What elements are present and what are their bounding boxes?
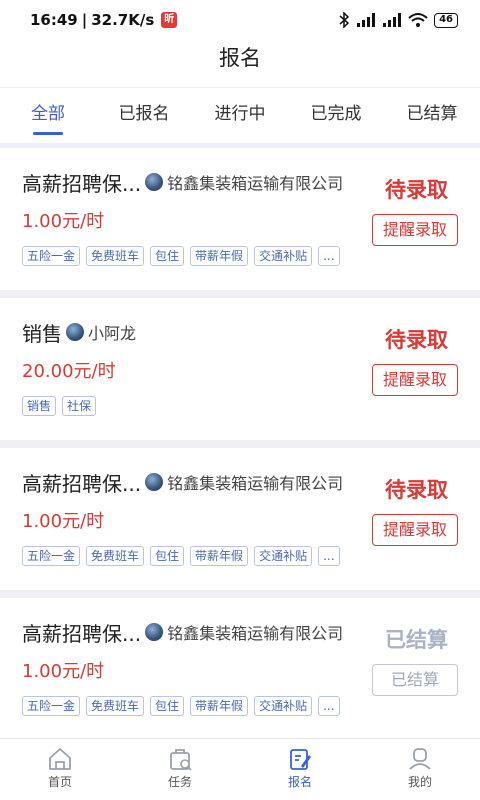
remind-admission-button[interactable]: 提醒录取 (372, 364, 458, 396)
remind-admission-button[interactable]: 提醒录取 (372, 514, 458, 546)
tag: 免费班车 (86, 246, 145, 266)
page-title: 报名 (0, 40, 480, 88)
company-avatar-icon (145, 473, 164, 491)
tag: 交通补贴 (254, 696, 313, 716)
home-icon (49, 748, 71, 770)
tag: 带薪年假 (190, 696, 249, 716)
company-avatar-icon (66, 323, 84, 341)
company-name: 铭鑫集装箱运输有限公司 (167, 474, 344, 493)
tag: 免费班车 (86, 546, 145, 566)
status-bar: 16:49 | 32.7K/s 昕 46 (0, 0, 480, 40)
remind-admission-button[interactable]: 提醒录取 (372, 214, 458, 246)
separator: | (81, 11, 88, 29)
wifi-icon (408, 13, 428, 27)
status-label: 待录取 (385, 328, 448, 352)
tag: 带薪年假 (190, 246, 249, 266)
status-label: 待录取 (385, 478, 448, 502)
job-card[interactable]: 高薪招聘保... 铭鑫集装箱运输有限公司 1.00元/时 五险一金 免费班车 包… (0, 598, 480, 740)
nav-home[interactable]: 首页 (0, 739, 120, 800)
nav-label: 报名 (287, 775, 312, 789)
tab-bar: 全部 已报名 进行中 已完成 已结算 (0, 88, 480, 143)
company-name: 铭鑫集装箱运输有限公司 (167, 174, 344, 193)
tag: 五险一金 (22, 246, 81, 266)
job-title: 高薪招聘保... (22, 621, 142, 646)
job-card[interactable]: 高薪招聘保... 铭鑫集装箱运输有限公司 1.00元/时 五险一金 免费班车 包… (0, 448, 480, 590)
tag: 交通补贴 (254, 546, 313, 566)
signal-icon-2 (383, 13, 402, 27)
status-label: 已结算 (385, 628, 448, 652)
job-title: 高薪招聘保... (22, 171, 142, 196)
signup-icon (290, 749, 311, 770)
battery-indicator: 46 (434, 12, 458, 28)
tag-list: 五险一金 免费班车 包住 带薪年假 交通补贴 ... (22, 696, 480, 716)
tag-more: ... (318, 246, 340, 266)
tag: 五险一金 (22, 696, 81, 716)
nav-label: 我的 (407, 775, 432, 789)
tab-all[interactable]: 全部 (0, 88, 96, 143)
tab-completed[interactable]: 已完成 (288, 88, 384, 143)
tab-settled[interactable]: 已结算 (384, 88, 480, 143)
tag: 交通补贴 (254, 246, 313, 266)
task-icon (170, 749, 192, 771)
network-speed: 32.7K/s (91, 11, 155, 29)
settled-button[interactable]: 已结算 (372, 664, 458, 696)
profile-icon (409, 748, 431, 770)
tag-more: ... (318, 696, 340, 716)
tab-registered[interactable]: 已报名 (96, 88, 192, 143)
nav-signup[interactable]: 报名 (240, 739, 360, 800)
company-avatar-icon (145, 623, 164, 641)
notification-badge: 昕 (161, 12, 178, 28)
nav-label: 首页 (47, 775, 72, 789)
company-name: 小阿龙 (88, 324, 137, 343)
bottom-nav: 首页 任务 报名 我的 (0, 738, 480, 800)
tag-list: 五险一金 免费班车 包住 带薪年假 交通补贴 ... (22, 546, 480, 566)
tag: 包住 (150, 696, 185, 716)
job-title: 高薪招聘保... (22, 471, 142, 496)
job-card[interactable]: 销售 小阿龙 20.00元/时 销售 社保 待录取 提醒录取 (0, 298, 480, 440)
bluetooth-icon (339, 12, 350, 28)
status-right: 46 (338, 12, 458, 28)
tag: 五险一金 (22, 546, 81, 566)
status-left: 16:49 | 32.7K/s 昕 (30, 11, 178, 29)
tag-more: ... (318, 546, 340, 566)
tab-in-progress[interactable]: 进行中 (192, 88, 288, 143)
tag: 免费班车 (86, 696, 145, 716)
job-list: 高薪招聘保... 铭鑫集装箱运输有限公司 1.00元/时 五险一金 免费班车 包… (0, 148, 480, 748)
clock: 16:49 (30, 11, 78, 29)
tag: 带薪年假 (190, 546, 249, 566)
nav-label: 任务 (167, 775, 192, 789)
tag: 包住 (150, 246, 185, 266)
job-card[interactable]: 高薪招聘保... 铭鑫集装箱运输有限公司 1.00元/时 五险一金 免费班车 包… (0, 148, 480, 290)
company-avatar-icon (145, 173, 164, 191)
status-label: 待录取 (385, 178, 448, 202)
company-name: 铭鑫集装箱运输有限公司 (167, 624, 344, 643)
tag-list: 销售 社保 (22, 396, 480, 416)
nav-profile[interactable]: 我的 (360, 739, 480, 800)
tag: 包住 (150, 546, 185, 566)
nav-tasks[interactable]: 任务 (120, 739, 240, 800)
tag: 社保 (62, 396, 97, 416)
job-title: 销售 (22, 321, 62, 346)
tag: 销售 (22, 396, 57, 416)
signal-icon (357, 13, 376, 27)
tag-list: 五险一金 免费班车 包住 带薪年假 交通补贴 ... (22, 246, 480, 266)
